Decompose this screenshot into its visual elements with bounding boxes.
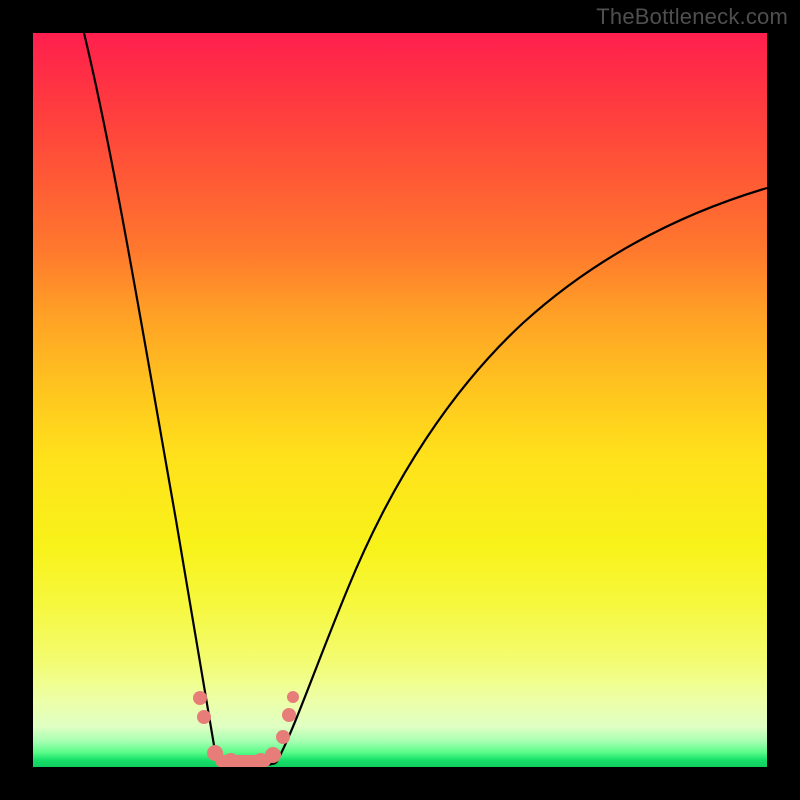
chart-frame: TheBottleneck.com	[0, 0, 800, 800]
curve-markers	[193, 691, 299, 767]
marker-dot	[265, 747, 281, 763]
marker-dot	[282, 708, 296, 722]
marker-dot	[197, 710, 211, 724]
curve-right-branch	[276, 188, 767, 763]
marker-dot	[276, 730, 290, 744]
marker-dot	[287, 691, 299, 703]
curve-left-branch	[84, 33, 217, 763]
bottleneck-curve	[33, 33, 767, 767]
watermark-text: TheBottleneck.com	[596, 4, 788, 30]
plot-area	[33, 33, 767, 767]
marker-dot	[193, 691, 207, 705]
